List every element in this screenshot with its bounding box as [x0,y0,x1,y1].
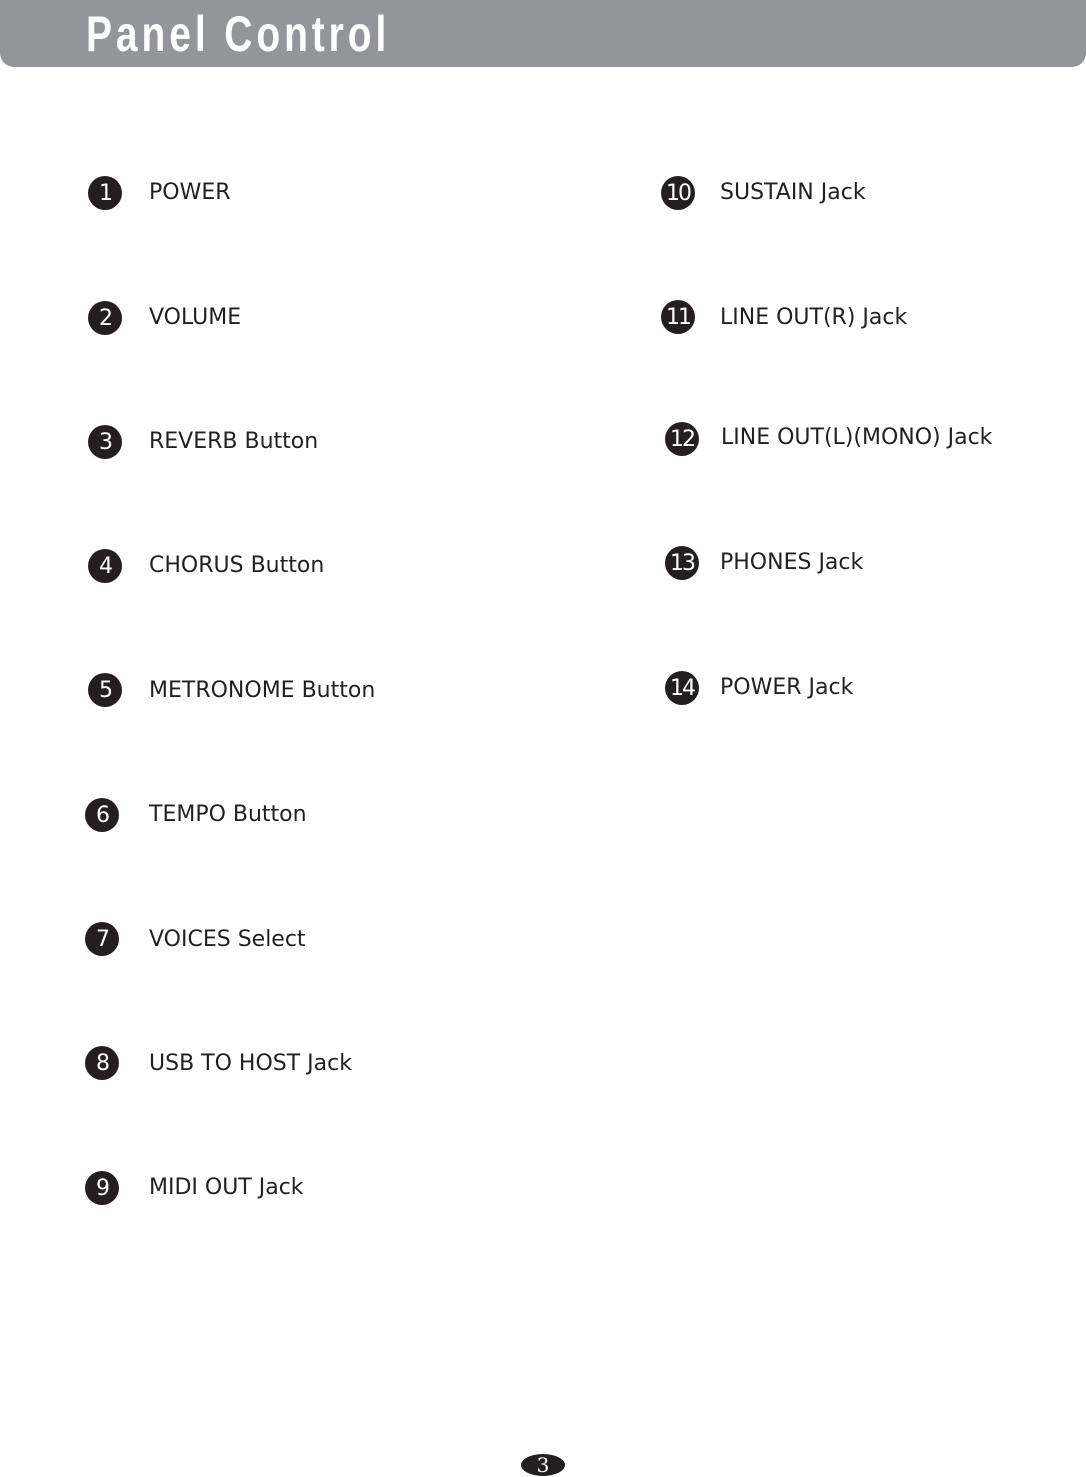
number-badge: 2 [88,301,122,335]
item-label: LINE OUT(L)(MONO) Jack [721,425,993,450]
number-badge: 8 [85,1046,119,1080]
item-label: PHONES Jack [720,550,864,575]
number-badge: 13 [665,546,699,580]
page-number: 3 [521,1454,565,1476]
item-label: VOLUME [149,305,242,330]
page-title: Panel Control [86,6,391,62]
item-label: CHORUS Button [149,553,325,578]
number-badge: 5 [88,673,122,707]
item-label: SUSTAIN Jack [720,180,866,205]
number-badge: 1 [88,176,122,210]
item-label: LINE OUT(R) Jack [720,305,908,330]
item-label: POWER [149,180,231,205]
number-badge: 11 [661,300,695,334]
number-badge: 10 [661,176,695,210]
item-label: METRONOME Button [149,678,376,703]
header-bar: Panel Control [0,0,1086,67]
number-badge: 9 [85,1171,119,1205]
number-badge: 7 [85,922,119,956]
item-label: REVERB Button [149,429,319,454]
item-label: MIDI OUT Jack [149,1175,304,1200]
number-badge: 12 [665,422,699,456]
number-badge: 4 [88,549,122,583]
item-label: POWER Jack [720,675,854,700]
item-label: VOICES Select [149,927,306,952]
number-badge: 14 [665,671,699,705]
item-label: TEMPO Button [149,802,307,827]
number-badge: 6 [85,798,119,832]
number-badge: 3 [88,425,122,459]
item-label: USB TO HOST Jack [149,1051,352,1076]
